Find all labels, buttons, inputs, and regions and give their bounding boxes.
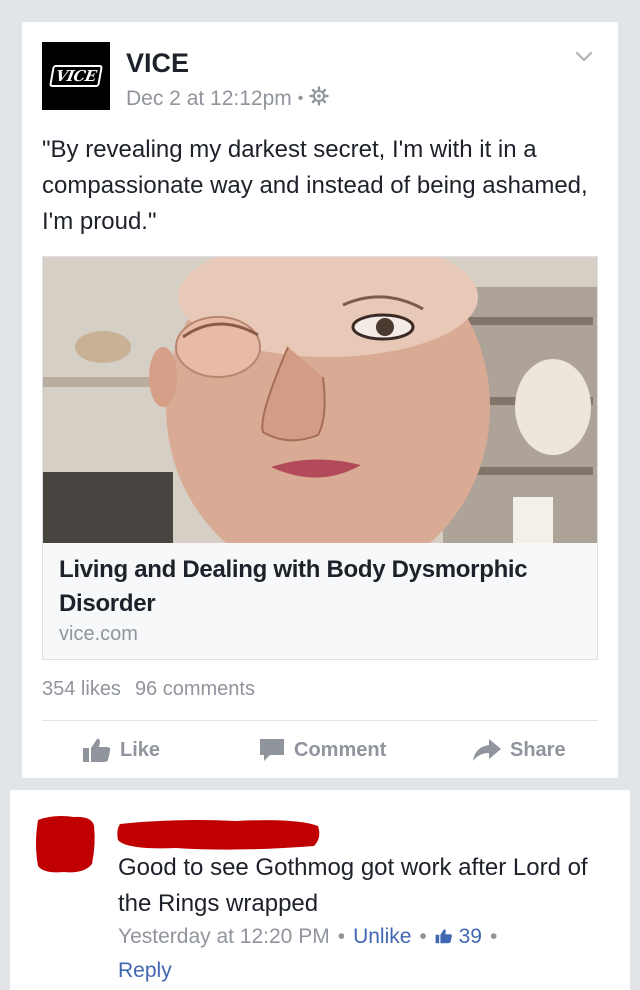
comments-count[interactable]: 96 comments	[135, 678, 255, 701]
reply-button[interactable]: Reply	[118, 959, 172, 982]
commenter-avatar-redacted[interactable]	[34, 814, 96, 874]
page-name[interactable]: VICE	[126, 48, 189, 79]
comment-bubble-icon	[258, 737, 286, 763]
like-label: Like	[120, 738, 161, 761]
link-preview-domain: vice.com	[59, 623, 138, 645]
comment-text: Good to see Gothmog got work after Lord …	[118, 854, 588, 917]
action-bar: Like Comment Share	[22, 730, 618, 770]
post-card: VICE VICE Dec 2 at 12:12pm • "By reveali…	[22, 22, 618, 778]
share-button[interactable]: Share	[472, 730, 566, 770]
comment-meta: Yesterday at 12:20 PM • Unlike • 39 • Reply	[118, 920, 618, 988]
post-timestamp[interactable]: Dec 2 at 12:12pm	[126, 87, 292, 111]
post-text: "By revealing my darkest secret, I'm wit…	[42, 136, 588, 235]
meta-separator: •	[489, 925, 498, 948]
meta-separator: •	[419, 925, 427, 948]
meta-separator: •	[297, 90, 304, 107]
comment-like-count[interactable]: 39	[459, 925, 482, 948]
chevron-down-icon[interactable]	[572, 44, 596, 68]
comment-like-icon	[435, 925, 453, 948]
likes-count[interactable]: 354 likes	[42, 678, 121, 701]
meta-separator: •	[337, 925, 346, 948]
comment: Good to see Gothmog got work after Lord …	[10, 790, 630, 990]
engagement-counts: 354 likes 96 comments	[42, 678, 255, 701]
commenter-name-redacted[interactable]	[116, 816, 322, 852]
divider	[42, 720, 598, 721]
like-button[interactable]: Like	[82, 730, 160, 770]
unlike-button[interactable]: Unlike	[353, 925, 411, 948]
comment-timestamp[interactable]: Yesterday at 12:20 PM	[118, 925, 330, 948]
vice-logo: VICE	[49, 65, 103, 87]
thumbs-up-icon	[82, 737, 112, 763]
comment-label: Comment	[294, 738, 387, 761]
link-preview-title[interactable]: Living and Dealing with Body Dysmorphic …	[59, 553, 583, 621]
comment-button[interactable]: Comment	[258, 730, 386, 770]
link-preview[interactable]: Living and Dealing with Body Dysmorphic …	[42, 256, 598, 660]
share-arrow-icon	[472, 737, 502, 763]
share-label: Share	[510, 738, 566, 761]
page-avatar[interactable]: VICE	[42, 42, 110, 110]
gear-icon[interactable]	[309, 86, 330, 112]
post-meta: Dec 2 at 12:12pm •	[126, 86, 330, 112]
link-preview-image[interactable]	[43, 257, 597, 543]
